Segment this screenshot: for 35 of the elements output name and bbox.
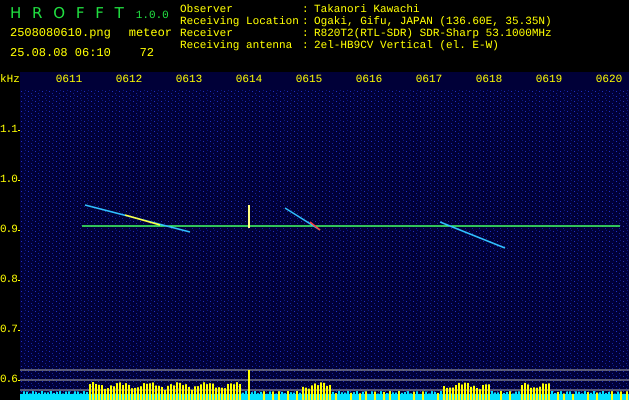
x-tick-label: 0619 (534, 73, 564, 88)
app-logo: H R O F F T (10, 4, 124, 22)
x-tick-label: 0611 (54, 73, 84, 88)
x-tick-label: 0615 (294, 73, 324, 88)
x-tick-label: 0617 (414, 73, 444, 88)
counter-label: meteor (128, 25, 172, 40)
x-tick-label: 0612 (114, 73, 144, 88)
x-tick-label: 0613 (174, 73, 204, 88)
x-tick-label: 0620 (594, 73, 624, 88)
file-name: 2508080610.png (10, 26, 111, 40)
timestamp: 25.08.08 06:10 (10, 46, 111, 60)
info-separator: : (302, 28, 310, 40)
info-label: Receiver (180, 28, 234, 40)
axis-unit: kHz (0, 73, 20, 88)
info-value: 2el-HB9CV Vertical (el. E-W) (314, 40, 499, 52)
app-version: 1.0.0 (136, 10, 169, 22)
y-tick-label: 0.6 (0, 374, 17, 386)
y-tick-label: 0.9 (0, 224, 17, 236)
info-separator: : (302, 16, 310, 28)
info-separator: : (302, 4, 310, 16)
info-label: Receiving Location (180, 16, 300, 28)
x-tick-label: 0618 (474, 73, 504, 88)
y-tick-label: 1.1 (0, 124, 17, 136)
info-value: Takanori Kawachi (314, 4, 420, 16)
info-label: Observer (180, 4, 234, 16)
info-value: Ogaki, Gifu, JAPAN (136.60E, 35.35N) (314, 16, 552, 28)
x-tick-label: 0614 (234, 73, 264, 88)
info-value: R820T2(RTL-SDR) SDR-Sharp 53.1000MHz (314, 28, 552, 40)
x-tick-label: 0616 (354, 73, 384, 88)
info-label: Receiving antenna (180, 40, 294, 52)
meteor-count: 72 (140, 46, 155, 60)
y-tick-label: 0.8 (0, 274, 17, 286)
y-tick-label: 0.7 (0, 324, 17, 336)
info-separator: : (302, 40, 310, 52)
y-tick-label: 1.0 (0, 174, 17, 186)
